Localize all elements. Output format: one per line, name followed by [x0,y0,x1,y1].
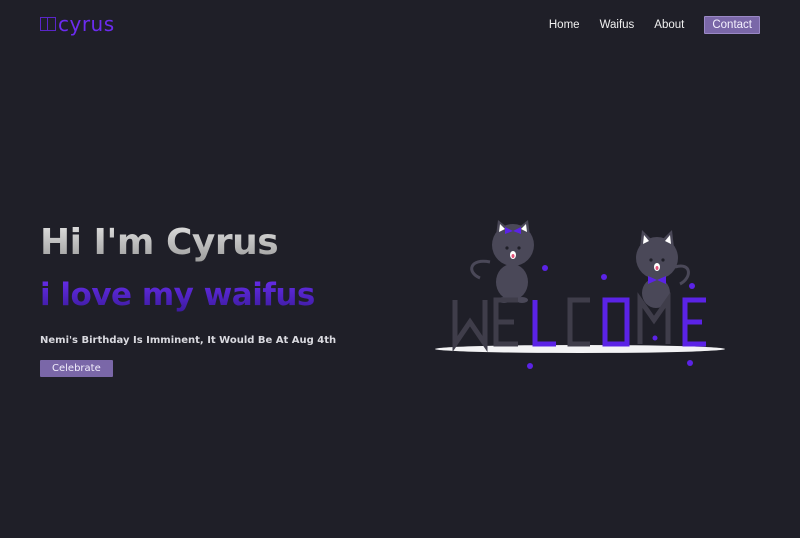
welcome-letter-e [493,297,518,347]
nav-item-about[interactable]: About [654,19,684,31]
welcome-letter-w [452,300,488,353]
celebrate-button[interactable]: Celebrate [40,360,113,377]
cat-left [470,220,534,303]
contact-button[interactable]: Contact [704,16,760,34]
nav-item-waifus[interactable]: Waifus [600,19,635,31]
brand-name: cyrus [58,12,115,36]
welcome-letter-c [567,297,590,347]
welcome-letters [452,292,706,353]
cat-right [636,230,690,308]
hero-title: Hi I'm Cyrus [40,222,279,263]
welcome-letter-l [532,300,556,347]
brand-logo[interactable]: cyrus [40,12,115,36]
nav-item-home[interactable]: Home [549,19,580,31]
logo-icon [40,17,56,31]
welcome-cats-illustration [435,220,725,369]
birthday-note: Nemi's Birthday Is Imminent, It Would Be… [40,335,337,346]
main-nav: Home Waifus About Contact [529,16,760,34]
hero-subtitle: i love my waifus [40,277,315,313]
welcome-letter-o [602,297,630,347]
welcome-letter-e2 [682,297,706,347]
